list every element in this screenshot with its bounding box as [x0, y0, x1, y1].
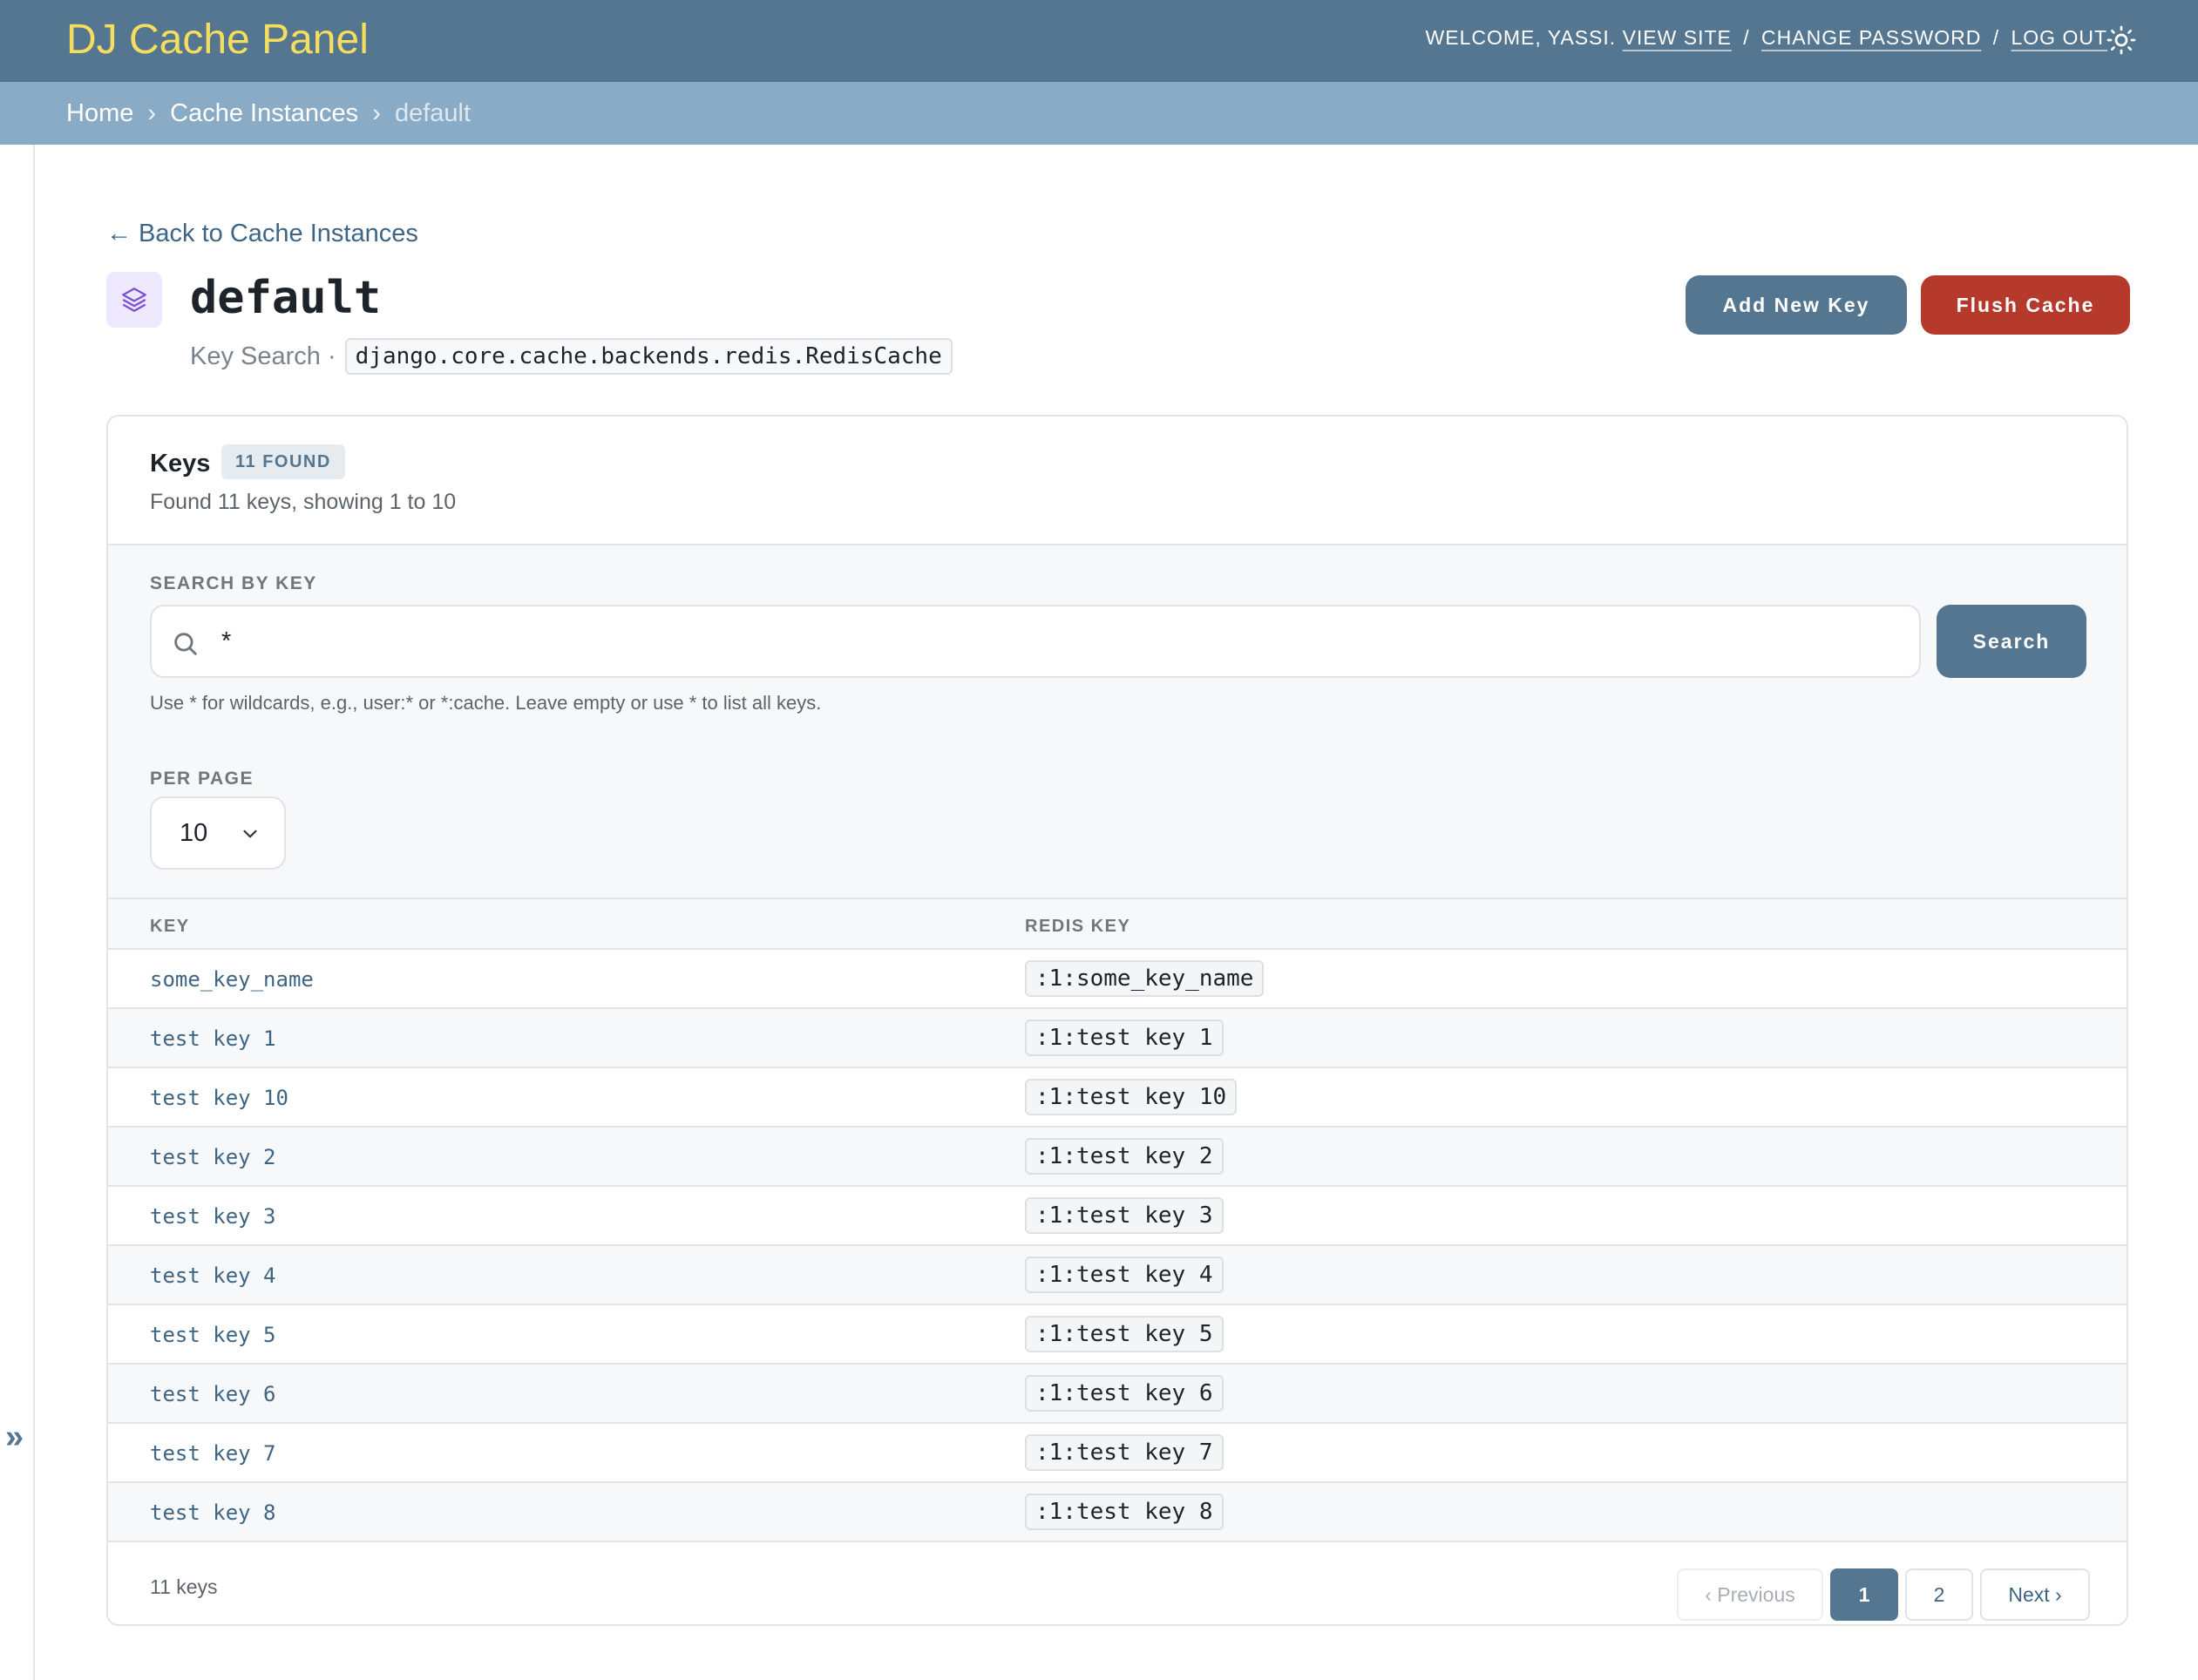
breadcrumb: Home › Cache Instances › default — [0, 82, 2198, 145]
key-link[interactable]: test key 4 — [150, 1263, 276, 1288]
backend-class: django.core.cache.backends.redis.RedisCa… — [344, 338, 953, 375]
per-page-label: PER PAGE — [150, 769, 254, 789]
search-label: SEARCH BY KEY — [150, 573, 317, 593]
flush-cache-button[interactable]: Flush Cache — [1921, 275, 2130, 335]
sun-icon[interactable] — [2106, 24, 2137, 56]
redis-key: :1:test key 2 — [1025, 1138, 1224, 1175]
page-title: default — [190, 272, 382, 324]
sidebar-expand-icon[interactable]: » — [5, 1419, 24, 1456]
table-row: test key 6 :1:test key 6 — [108, 1365, 2127, 1424]
breadcrumb-current: default — [394, 99, 471, 127]
add-new-key-button[interactable]: Add New Key — [1686, 275, 1907, 335]
change-password-link[interactable]: CHANGE PASSWORD — [1761, 26, 1981, 49]
layers-icon — [106, 272, 162, 328]
pagination-previous[interactable]: ‹ Previous — [1677, 1568, 1823, 1621]
redis-key: :1:test key 1 — [1025, 1020, 1224, 1056]
redis-key: :1:test key 10 — [1025, 1079, 1238, 1115]
pagination-next[interactable]: Next › — [1980, 1568, 2090, 1621]
search-input[interactable] — [221, 615, 1877, 667]
table-row: test key 5 :1:test key 5 — [108, 1305, 2127, 1365]
key-link[interactable]: some_key_name — [150, 967, 314, 992]
separator: / — [1992, 26, 2000, 49]
table-row: test key 7 :1:test key 7 — [108, 1424, 2127, 1483]
key-link[interactable]: test key 3 — [150, 1204, 276, 1229]
redis-key: :1:test key 4 — [1025, 1257, 1224, 1293]
key-link[interactable]: test key 8 — [150, 1500, 276, 1525]
found-summary: Found 11 keys, showing 1 to 10 — [150, 490, 457, 514]
key-link[interactable]: test key 10 — [150, 1086, 288, 1110]
redis-key: :1:test key 3 — [1025, 1197, 1224, 1234]
redis-key: :1:some_key_name — [1025, 960, 1265, 997]
breadcrumb-home[interactable]: Home — [66, 99, 133, 127]
key-link[interactable]: test key 2 — [150, 1145, 276, 1169]
back-to-instances-link[interactable]: ← Back to Cache Instances — [106, 220, 418, 248]
search-button[interactable]: Search — [1937, 605, 2086, 678]
column-header-redis-key: REDIS KEY — [1025, 917, 1131, 936]
key-link[interactable]: test key 1 — [150, 1026, 276, 1051]
table-row: test key 2 :1:test key 2 — [108, 1128, 2127, 1187]
redis-key: :1:test key 5 — [1025, 1316, 1224, 1352]
total-keys: 11 keys — [150, 1575, 218, 1598]
table-footer: 11 keys ‹ Previous 1 2 Next › — [108, 1542, 2127, 1624]
chevron-down-icon — [243, 830, 257, 838]
table-row: test key 3 :1:test key 3 — [108, 1187, 2127, 1246]
key-link[interactable]: test key 7 — [150, 1441, 276, 1466]
per-page-select[interactable]: 10 — [150, 796, 286, 870]
welcome-text: WELCOME, YASSI. — [1425, 26, 1617, 49]
search-filters: SEARCH BY KEY Search Use * for wildcards… — [108, 545, 2127, 899]
per-page-value: 10 — [180, 819, 208, 847]
redis-key: :1:test key 6 — [1025, 1375, 1224, 1412]
column-header-key: KEY — [150, 917, 190, 936]
search-box — [150, 605, 1921, 678]
pagination-page-2[interactable]: 2 — [1905, 1568, 1973, 1621]
table-row: test key 1 :1:test key 1 — [108, 1009, 2127, 1068]
keys-title: Keys — [150, 450, 211, 478]
table-row: test key 10 :1:test key 10 — [108, 1068, 2127, 1128]
view-site-link[interactable]: VIEW SITE — [1623, 26, 1732, 49]
key-link[interactable]: test key 5 — [150, 1323, 276, 1347]
sidebar-collapsed: » — [0, 145, 35, 1680]
table-row: some_key_name :1:some_key_name — [108, 950, 2127, 1009]
key-link[interactable]: test key 6 — [150, 1382, 276, 1406]
keys-table-body: some_key_name :1:some_key_name test key … — [108, 950, 2127, 1542]
header-bar: DJ Cache Panel WELCOME, YASSI. VIEW SITE… — [0, 0, 2198, 82]
table-header: KEY REDIS KEY — [108, 899, 2127, 950]
keys-card-header: Keys 11 FOUND Found 11 keys, showing 1 t… — [108, 417, 2127, 545]
user-tools: WELCOME, YASSI. VIEW SITE / CHANGE PASSW… — [1426, 26, 2107, 50]
search-icon — [174, 633, 197, 655]
keys-card: Keys 11 FOUND Found 11 keys, showing 1 t… — [106, 415, 2128, 1626]
site-brand[interactable]: DJ Cache Panel — [66, 16, 369, 64]
table-row: test key 4 :1:test key 4 — [108, 1246, 2127, 1305]
log-out-link[interactable]: LOG OUT — [2011, 26, 2107, 49]
separator: / — [1743, 26, 1750, 49]
breadcrumb-separator: › — [372, 99, 381, 127]
search-help-text: Use * for wildcards, e.g., user:* or *:c… — [150, 692, 822, 714]
subtitle-label: Key Search · — [190, 342, 336, 370]
status-badge: 11 FOUND — [221, 444, 345, 479]
redis-key: :1:test key 8 — [1025, 1494, 1224, 1530]
breadcrumb-cache-instances[interactable]: Cache Instances — [170, 99, 358, 127]
pagination-page-1[interactable]: 1 — [1830, 1568, 1898, 1621]
redis-key: :1:test key 7 — [1025, 1434, 1224, 1471]
breadcrumb-separator: › — [147, 99, 157, 127]
table-row: test key 8 :1:test key 8 — [108, 1483, 2127, 1542]
page-subtitle: Key Search · django.core.cache.backends.… — [190, 338, 953, 375]
